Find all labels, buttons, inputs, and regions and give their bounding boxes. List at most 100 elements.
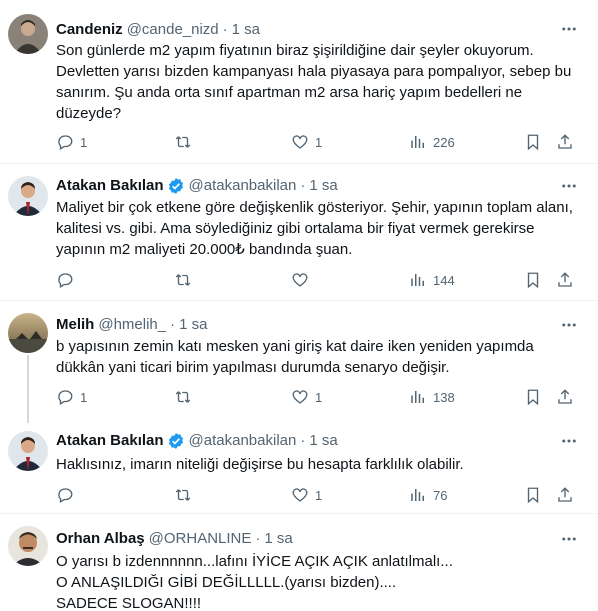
views-icon bbox=[411, 274, 424, 286]
more-icon[interactable] bbox=[560, 432, 578, 450]
tweet[interactable]: Atakan Bakılan @atakanbakilan · 1 sa Mal… bbox=[0, 164, 598, 300]
like-button[interactable]: 1 bbox=[291, 485, 322, 505]
verified-badge-icon[interactable] bbox=[167, 432, 185, 450]
bookmark-button[interactable] bbox=[524, 485, 542, 505]
timestamp[interactable]: 1 sa bbox=[179, 315, 207, 335]
author-handle[interactable]: @hmelih_ bbox=[98, 315, 166, 335]
bookmark-button[interactable] bbox=[524, 270, 542, 290]
like-count: 1 bbox=[315, 487, 323, 503]
avatar[interactable] bbox=[8, 526, 48, 566]
tweet-actions: 1 1 226 bbox=[56, 132, 576, 152]
like-count: 1 bbox=[315, 389, 323, 405]
avatar[interactable] bbox=[8, 313, 48, 353]
reply-count: 1 bbox=[80, 134, 88, 150]
share-button[interactable] bbox=[556, 132, 574, 152]
bookmark-button[interactable] bbox=[524, 387, 542, 407]
tweet[interactable]: Orhan Albaş @ORHANLINE · 1 sa O yarısı b… bbox=[0, 514, 598, 611]
reply-count: 1 bbox=[80, 389, 88, 405]
like-button[interactable] bbox=[291, 270, 309, 290]
heart-icon bbox=[292, 135, 308, 149]
retweet-button[interactable] bbox=[174, 132, 192, 152]
share-button[interactable] bbox=[556, 270, 574, 290]
retweet-button[interactable] bbox=[174, 270, 192, 290]
share-button[interactable] bbox=[556, 387, 574, 407]
tweet-text: O yarısı b izdennnnnn...lafını İYİCE AÇI… bbox=[56, 553, 453, 611]
views-button[interactable]: 76 bbox=[409, 485, 447, 505]
views-button[interactable]: 144 bbox=[409, 270, 455, 290]
author-handle[interactable]: @ORHANLINE bbox=[149, 529, 252, 549]
tweet-text: Maliyet bir çok etkene göre değişkenlik … bbox=[56, 199, 573, 258]
share-button[interactable] bbox=[556, 485, 574, 505]
reply-button[interactable]: 1 bbox=[56, 132, 87, 152]
heart-icon bbox=[292, 273, 308, 287]
reply-button[interactable]: 1 bbox=[56, 387, 87, 407]
avatar[interactable] bbox=[8, 176, 48, 216]
separator-dot: · bbox=[300, 432, 306, 449]
timestamp[interactable]: 1 sa bbox=[309, 176, 337, 196]
separator-dot: · bbox=[255, 530, 261, 547]
reply-button[interactable] bbox=[56, 270, 74, 290]
bookmark-icon bbox=[527, 389, 539, 406]
views-button[interactable]: 138 bbox=[409, 387, 455, 407]
views-icon bbox=[411, 136, 424, 148]
tweet[interactable]: Melih @hmelih_ · 1 sa b yapısının zemin … bbox=[0, 301, 598, 423]
heart-icon bbox=[292, 390, 308, 404]
author-handle[interactable]: @atakanbakilan bbox=[189, 176, 297, 196]
reply-icon bbox=[58, 135, 73, 150]
author-name[interactable]: Atakan Bakılan bbox=[56, 176, 164, 196]
more-icon[interactable] bbox=[560, 530, 578, 548]
timestamp[interactable]: 1 sa bbox=[309, 431, 337, 451]
more-icon[interactable] bbox=[560, 316, 578, 334]
share-icon bbox=[558, 272, 572, 287]
tweet[interactable]: Candeniz @cande_nizd · 1 sa Son günlerde… bbox=[0, 0, 598, 163]
share-icon bbox=[558, 487, 572, 502]
view-count: 138 bbox=[433, 389, 455, 405]
more-icon[interactable] bbox=[560, 20, 578, 38]
view-count: 144 bbox=[433, 272, 455, 288]
more-icon[interactable] bbox=[560, 177, 578, 195]
bookmark-icon bbox=[527, 134, 539, 151]
share-icon bbox=[558, 134, 572, 149]
views-button[interactable]: 226 bbox=[409, 132, 455, 152]
share-icon bbox=[558, 389, 572, 404]
tweet-actions: 1 1 138 bbox=[56, 387, 576, 407]
like-count: 1 bbox=[315, 134, 323, 150]
bookmark-icon bbox=[527, 487, 539, 504]
thread-line bbox=[27, 355, 29, 423]
author-name[interactable]: Candeniz bbox=[56, 20, 123, 40]
avatar[interactable] bbox=[8, 431, 48, 471]
author-name[interactable]: Orhan Albaş bbox=[56, 529, 145, 549]
timestamp[interactable]: 1 sa bbox=[232, 20, 260, 40]
reply-icon bbox=[58, 488, 73, 503]
bookmark-icon bbox=[527, 272, 539, 289]
author-handle[interactable]: @cande_nizd bbox=[127, 20, 219, 40]
separator-dot: · bbox=[170, 316, 176, 333]
views-icon bbox=[411, 489, 424, 501]
avatar[interactable] bbox=[8, 14, 48, 54]
verified-badge-icon[interactable] bbox=[167, 177, 185, 195]
tweet[interactable]: Atakan Bakılan @atakanbakilan · 1 sa Hak… bbox=[0, 421, 598, 513]
tweet-actions: 144 bbox=[56, 270, 576, 290]
retweet-icon bbox=[175, 274, 191, 286]
author-name[interactable]: Melih bbox=[56, 315, 94, 335]
bookmark-button[interactable] bbox=[524, 132, 542, 152]
like-button[interactable]: 1 bbox=[291, 132, 322, 152]
retweet-icon bbox=[175, 136, 191, 148]
tweet-text: Son günlerde m2 yapım fiyatının biraz şi… bbox=[56, 42, 572, 122]
separator-dot: · bbox=[300, 177, 306, 194]
author-handle[interactable]: @atakanbakilan bbox=[189, 431, 297, 451]
author-name[interactable]: Atakan Bakılan bbox=[56, 431, 164, 451]
separator-dot: · bbox=[222, 21, 228, 38]
timestamp[interactable]: 1 sa bbox=[264, 529, 292, 549]
reply-icon bbox=[58, 273, 73, 288]
retweet-button[interactable] bbox=[174, 485, 192, 505]
retweet-icon bbox=[175, 489, 191, 501]
retweet-button[interactable] bbox=[174, 387, 192, 407]
reply-icon bbox=[58, 390, 73, 405]
reply-button[interactable] bbox=[56, 485, 74, 505]
views-icon bbox=[411, 391, 424, 403]
tweet-actions: 1 76 bbox=[56, 485, 576, 505]
tweet-text: Haklısınız, imarın niteliği değişirse bu… bbox=[56, 456, 464, 473]
view-count: 76 bbox=[433, 487, 448, 503]
like-button[interactable]: 1 bbox=[291, 387, 322, 407]
